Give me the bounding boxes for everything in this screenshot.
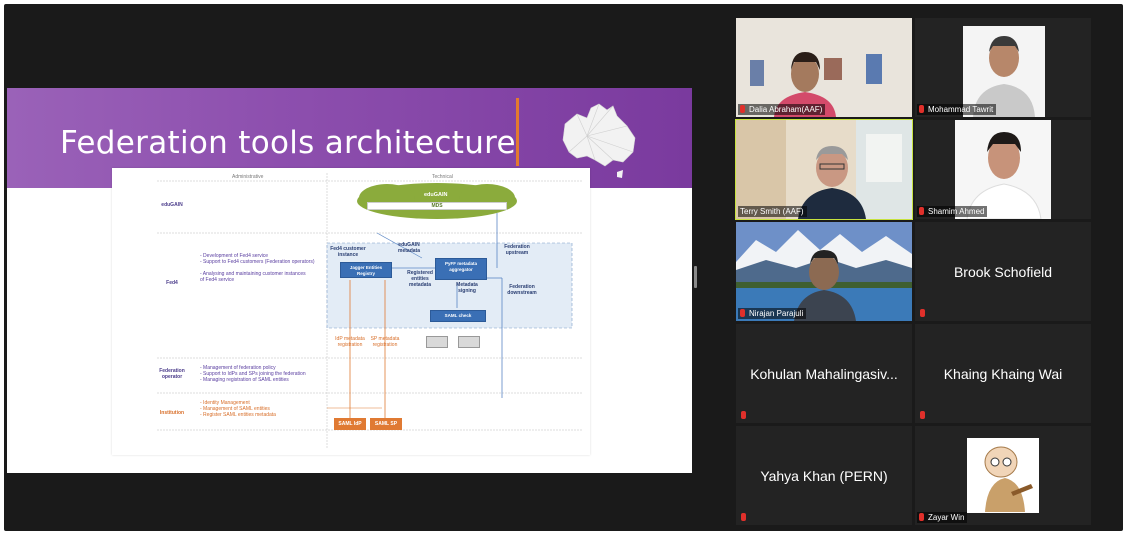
diagram-header-technical: Technical bbox=[432, 174, 453, 180]
downstream-label: Federation downstream bbox=[507, 284, 537, 296]
row-label-edugain: eduGAIN bbox=[161, 202, 183, 208]
metadata-signing-label: Metadata signing bbox=[456, 282, 478, 294]
cloud-label-edugain: eduGAIN bbox=[424, 192, 448, 198]
participant-tile[interactable]: Khaing Khaing Wai bbox=[915, 324, 1091, 423]
participant-video bbox=[736, 222, 912, 321]
participant-name-tag: Terry Smith (AAF) bbox=[738, 206, 807, 217]
participant-name-tag: Mohammad Tawrit bbox=[917, 104, 997, 115]
participant-tile[interactable]: Kohulan Mahalingasiv... bbox=[736, 324, 912, 423]
muted-mic-icon bbox=[919, 207, 924, 215]
saml-idp-box: SAML IdP bbox=[334, 418, 366, 430]
diagram-header-admin: Administrative bbox=[232, 174, 264, 180]
row-label-federation-operator: Federation operator bbox=[159, 368, 185, 380]
muted-mic-icon bbox=[920, 411, 925, 419]
participant-avatar-cartoon bbox=[915, 426, 1091, 525]
muted-mic-icon bbox=[741, 513, 746, 521]
muted-mic-icon bbox=[919, 105, 924, 113]
participant-name: Brook Schofield bbox=[953, 263, 1053, 280]
slide-title: Federation tools architecture bbox=[60, 125, 516, 161]
participant-name-tag: Zayar Win bbox=[917, 512, 968, 523]
muted-mic-icon bbox=[919, 513, 924, 521]
participant-name-tag: Nirajan Parajuli bbox=[738, 308, 807, 319]
saml-sp-box: SAML SP bbox=[370, 418, 402, 430]
institution-admin-line-3: - Register SAML entities metadata bbox=[200, 412, 276, 418]
participant-video bbox=[915, 120, 1091, 219]
upstream-label: Federation upstream bbox=[504, 244, 530, 256]
participant-name-tag: Shamim Ahmed bbox=[917, 206, 988, 217]
muted-mic-icon bbox=[740, 105, 745, 113]
edugain-metadata-label: eduGAIN metadata bbox=[398, 242, 420, 254]
row-label-fed4: Fed4 bbox=[166, 280, 178, 286]
architecture-diagram: Administrative Technical eduGAIN Fed4 Fe… bbox=[112, 168, 590, 455]
participant-name: Khaing Khaing Wai bbox=[943, 365, 1063, 382]
participant-tile[interactable]: Brook Schofield bbox=[915, 222, 1091, 321]
saml-check-box: SAML check bbox=[430, 310, 486, 322]
participant-tile[interactable]: Mohammad Tawrit bbox=[915, 18, 1091, 117]
participant-name-tag: Dalia Abraham(AAF) bbox=[738, 104, 826, 115]
participant-video bbox=[736, 120, 912, 219]
jagger-registry-box: Jagger Entities Registry bbox=[340, 262, 392, 278]
fed4-admin-line-4: of Fed4 service bbox=[200, 277, 235, 283]
pyff-aggregator-box: PyFF metadata aggregator bbox=[435, 258, 487, 280]
participant-name: Yahya Khan (PERN) bbox=[760, 467, 888, 484]
fed4-admin-line-2: - Support to Fed4 customers (Federation … bbox=[200, 259, 315, 265]
split-resize-handle[interactable] bbox=[694, 266, 697, 288]
muted-mic-icon bbox=[920, 309, 925, 317]
registered-metadata-label: Registered entities metadata bbox=[407, 270, 433, 288]
participant-tile[interactable]: Shamim Ahmed bbox=[915, 120, 1091, 219]
muted-mic-icon bbox=[740, 309, 745, 317]
participant-video bbox=[736, 18, 912, 117]
row-label-institution: Institution bbox=[159, 410, 185, 416]
idp-metadata-label: IdP metadata registration bbox=[335, 336, 365, 348]
participant-tile[interactable]: Dalia Abraham(AAF) bbox=[736, 18, 912, 117]
zoom-meeting-window: Federation tools architecture Administra… bbox=[4, 4, 1123, 531]
participant-tile[interactable]: Zayar Win bbox=[915, 426, 1091, 525]
small-box-2 bbox=[458, 336, 480, 348]
participant-video bbox=[915, 18, 1091, 117]
mds-box: MDS bbox=[367, 202, 507, 210]
shared-screen-slide: Federation tools architecture Administra… bbox=[7, 88, 692, 473]
muted-mic-icon bbox=[741, 411, 746, 419]
small-box-1 bbox=[426, 336, 448, 348]
operator-admin-line-3: - Managing registration of SAML entities bbox=[200, 377, 289, 383]
sp-metadata-label: SP metadata registration bbox=[370, 336, 400, 348]
fed4-instance-label: Fed4 customer instance bbox=[330, 246, 366, 258]
slide-divider bbox=[516, 98, 519, 166]
participant-tile-active-speaker[interactable]: Terry Smith (AAF) bbox=[735, 119, 913, 220]
participant-name: Kohulan Mahalingasiv... bbox=[750, 365, 898, 382]
participant-tile[interactable]: Yahya Khan (PERN) bbox=[736, 426, 912, 525]
participant-tile[interactable]: Nirajan Parajuli bbox=[736, 222, 912, 321]
